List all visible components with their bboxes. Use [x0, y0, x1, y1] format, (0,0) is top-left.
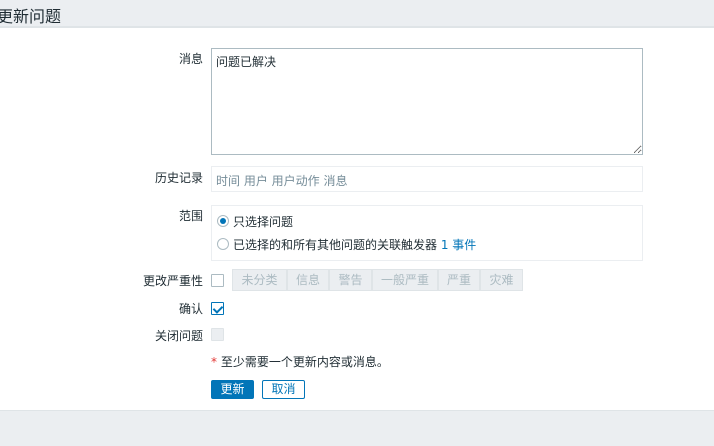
footer — [0, 410, 714, 446]
required-note: * 至少需要一个更新内容或消息。 — [211, 353, 389, 370]
acknowledge-checkbox[interactable] — [211, 302, 224, 315]
scope-radio-related[interactable] — [217, 238, 229, 250]
history-label: 历史记录 — [154, 171, 203, 185]
scope-option-text: 已选择的和所有其他问题的关联触发器 — [233, 238, 438, 252]
required-note-text: 至少需要一个更新内容或消息。 — [220, 355, 389, 369]
message-label: 消息 — [178, 52, 203, 66]
scope-option-label[interactable]: 只选择问题 — [233, 213, 293, 230]
scope-label: 范围 — [178, 209, 203, 223]
page-title: 更新问题 — [0, 7, 62, 26]
severity-high: 严重 — [438, 269, 480, 291]
scope-option-label[interactable]: 已选择的和所有其他问题的关联触发器 1 事件 — [233, 236, 476, 253]
change-severity-checkbox[interactable] — [211, 274, 224, 287]
scope-box: 只选择问题 已选择的和所有其他问题的关联触发器 1 事件 — [211, 205, 643, 261]
event-count-link[interactable]: 1 事件 — [441, 238, 476, 252]
acknowledge-label: 确认 — [178, 302, 203, 316]
close-problem-label: 关闭问题 — [154, 329, 203, 343]
severity-disaster: 灾难 — [480, 269, 523, 291]
update-button[interactable]: 更新 — [211, 380, 254, 399]
scope-radio-selected-only[interactable] — [217, 215, 229, 227]
severity-label: 更改严重性 — [142, 274, 203, 288]
severity-not-classified: 未分类 — [232, 269, 287, 291]
severity-information: 信息 — [287, 269, 329, 291]
required-star: * — [211, 355, 217, 369]
close-problem-checkbox — [211, 328, 224, 341]
message-textarea[interactable]: 问题已解决 — [211, 48, 643, 155]
history-table-header: 时间 用户 用户动作 消息 — [211, 166, 643, 192]
severity-average: 一般严重 — [372, 269, 438, 291]
cancel-button[interactable]: 取消 — [262, 380, 305, 399]
severity-warning: 警告 — [329, 269, 372, 291]
header: 更新问题 — [0, 0, 714, 28]
